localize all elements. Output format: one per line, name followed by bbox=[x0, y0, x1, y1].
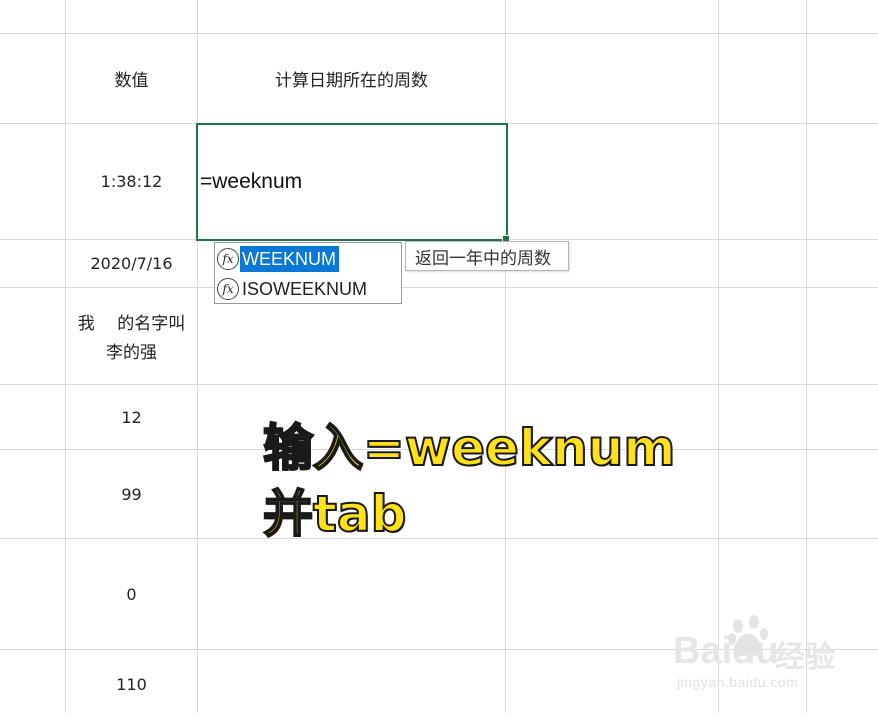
annotation-line1: 输入=weeknum bbox=[262, 418, 676, 478]
cell-number-110[interactable]: 110 bbox=[66, 650, 197, 718]
column-gridline bbox=[505, 0, 506, 713]
formula-input[interactable]: =weeknum bbox=[200, 170, 302, 194]
annotation-line2: 并tab bbox=[262, 484, 407, 544]
autocomplete-item-label: ISOWEEKNUM bbox=[242, 279, 368, 299]
cell-date[interactable]: 2020/7/16 bbox=[66, 240, 197, 287]
watermark-url: jingyan.baidu.com bbox=[677, 674, 799, 690]
watermark-cn: 经验 bbox=[775, 641, 835, 674]
paw-icon bbox=[728, 615, 768, 656]
function-autocomplete-list: fx WEEKNUM fx ISOWEEKNUM bbox=[214, 242, 402, 304]
autocomplete-item-weeknum[interactable]: fx WEEKNUM bbox=[217, 245, 399, 273]
cell-time[interactable]: 1:38:12 bbox=[66, 124, 197, 239]
cell-number-99[interactable]: 99 bbox=[66, 450, 197, 538]
cell-header-weeknum[interactable]: 计算日期所在的周数 bbox=[198, 34, 505, 123]
fx-icon: fx bbox=[217, 248, 239, 270]
cell-number-0[interactable]: 0 bbox=[66, 539, 197, 649]
column-gridline bbox=[718, 0, 719, 713]
function-tooltip: 返回一年中的周数 bbox=[405, 241, 569, 271]
fx-icon: fx bbox=[217, 278, 239, 300]
autocomplete-item-label: WEEKNUM bbox=[240, 246, 339, 272]
cell-text[interactable]: 我 的名字叫 李的强 bbox=[66, 288, 197, 384]
column-gridline bbox=[806, 0, 807, 713]
cell-text-line2: 李的强 bbox=[106, 343, 157, 363]
autocomplete-item-isoweeknum[interactable]: fx ISOWEEKNUM bbox=[217, 275, 399, 303]
cell-header-value[interactable]: 数值 bbox=[66, 34, 197, 123]
cell-number-12[interactable]: 12 bbox=[66, 385, 197, 449]
cell-text-line1: 我 的名字叫 bbox=[77, 314, 186, 334]
